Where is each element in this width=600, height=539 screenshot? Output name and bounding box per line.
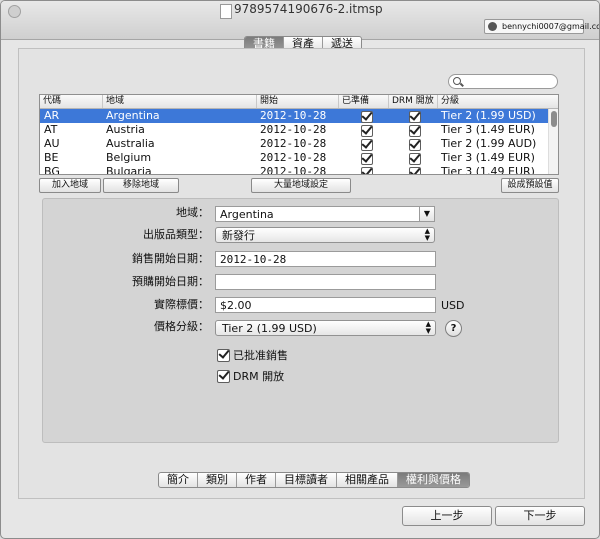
set-default-button[interactable]: 設成預設值 <box>501 178 559 193</box>
table-row[interactable]: BE Belgium 2012-10-28 Tier 3 (1.49 EUR) <box>40 151 548 165</box>
drm-checkbox[interactable] <box>409 153 421 165</box>
search-field[interactable] <box>448 74 558 89</box>
table-scrollbar[interactable] <box>548 109 558 174</box>
territory-combo[interactable]: Argentina ▼ <box>215 206 435 222</box>
price-label: 實際標價： <box>154 298 209 311</box>
window-title: 9789574190676-2.itmsp <box>234 2 383 16</box>
preorder-start-label: 預購開始日期： <box>132 275 209 288</box>
sales-start-date-field[interactable]: 2012-10-28 <box>215 251 436 267</box>
close-window-icon[interactable] <box>8 5 21 18</box>
drm-checkbox[interactable] <box>409 125 421 137</box>
ready-checkbox[interactable] <box>361 111 373 123</box>
territory-table[interactable]: 代碼 地域 開始 已準備 DRM 開放 分級 AR Argentina 2012… <box>39 94 559 175</box>
price-field[interactable]: $2.00 <box>215 297 436 313</box>
drm-free-checkbox[interactable] <box>217 370 230 383</box>
tab-categories[interactable]: 類別 <box>197 473 236 487</box>
col-ready[interactable]: 已準備 <box>338 95 369 108</box>
user-avatar-icon <box>488 22 497 31</box>
col-code[interactable]: 代碼 <box>40 95 61 108</box>
tab-related-products[interactable]: 相關產品 <box>336 473 397 487</box>
app-window: 9789574190676-2.itmsp bennychi0007@gmail… <box>0 0 600 539</box>
updown-arrows-icon: ▲ ▼ <box>424 227 430 242</box>
preorder-start-date-field[interactable] <box>215 274 436 290</box>
tab-description[interactable]: 簡介 <box>159 473 197 487</box>
tab-target-audience[interactable]: 目標讀者 <box>275 473 336 487</box>
price-tier-select[interactable]: Tier 2 (1.99 USD) ▲ ▼ <box>215 320 436 336</box>
chevron-down-icon[interactable]: ▼ <box>419 207 434 221</box>
table-header: 代碼 地域 開始 已準備 DRM 開放 分級 <box>40 95 558 109</box>
price-tier-label: 價格分級： <box>154 320 209 333</box>
previous-button[interactable]: 上一步 <box>402 506 492 526</box>
drm-checkbox[interactable] <box>409 167 421 174</box>
ready-checkbox[interactable] <box>361 139 373 151</box>
scrollbar-thumb[interactable] <box>551 111 557 127</box>
col-drm[interactable]: DRM 開放 <box>388 95 434 108</box>
release-type-select[interactable]: 新發行 ▲ ▼ <box>215 227 435 243</box>
approved-for-sale-label: 已批准銷售 <box>233 349 288 362</box>
account-badge[interactable]: bennychi0007@gmail.com <box>484 19 599 34</box>
table-row[interactable]: AT Austria 2012-10-28 Tier 3 (1.49 EUR) <box>40 123 548 137</box>
account-email: bennychi0007@gmail.com <box>502 22 600 31</box>
tab-authors[interactable]: 作者 <box>236 473 275 487</box>
release-type-label: 出版品類型： <box>143 228 209 241</box>
ready-checkbox[interactable] <box>361 167 373 174</box>
remove-territory-button[interactable]: 移除地域 <box>103 178 179 193</box>
add-territory-button[interactable]: 加入地域 <box>39 178 101 193</box>
table-row[interactable]: AU Australia 2012-10-28 Tier 2 (1.99 AUD… <box>40 137 548 151</box>
table-row[interactable]: AR Argentina 2012-10-28 Tier 2 (1.99 USD… <box>40 109 548 123</box>
col-start[interactable]: 開始 <box>256 95 278 108</box>
drm-checkbox[interactable] <box>409 111 421 123</box>
col-territory[interactable]: 地域 <box>102 95 124 108</box>
territory-label: 地域： <box>176 206 209 219</box>
bottom-tab-bar: 簡介 類別 作者 目標讀者 相關產品 權利與價格 <box>158 472 470 488</box>
updown-arrows-icon: ▲ ▼ <box>425 320 431 335</box>
title-bar: 9789574190676-2.itmsp bennychi0007@gmail… <box>1 1 599 40</box>
document-icon <box>220 4 232 19</box>
tab-rights-and-pricing[interactable]: 權利與價格 <box>397 473 469 487</box>
ready-checkbox[interactable] <box>361 153 373 165</box>
drm-free-label: DRM 開放 <box>233 370 285 383</box>
help-button[interactable]: ? <box>445 320 462 337</box>
search-icon <box>453 77 461 85</box>
drm-checkbox[interactable] <box>409 139 421 151</box>
next-button[interactable]: 下一步 <box>495 506 585 526</box>
bulk-territory-settings-button[interactable]: 大量地域設定 <box>251 178 351 193</box>
price-currency: USD <box>441 299 465 312</box>
sales-start-label: 銷售開始日期： <box>132 252 209 265</box>
table-row[interactable]: BG Bulgaria 2012-10-28 Tier 3 (1.49 EUR) <box>40 165 548 174</box>
ready-checkbox[interactable] <box>361 125 373 137</box>
col-tier[interactable]: 分級 <box>437 95 459 108</box>
approved-for-sale-checkbox[interactable] <box>217 349 230 362</box>
